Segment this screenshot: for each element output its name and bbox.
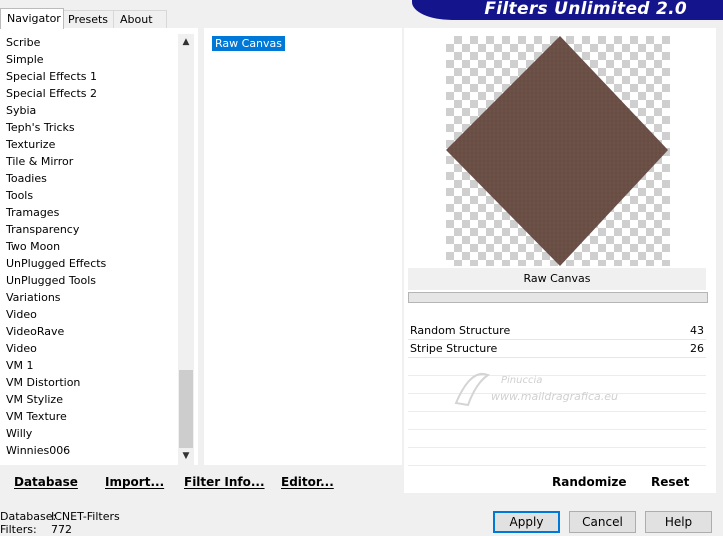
help-button[interactable]: Help: [645, 511, 712, 533]
progress-bar: [408, 292, 708, 303]
category-item[interactable]: VM Distortion: [0, 374, 178, 391]
tab-presets[interactable]: Presets: [61, 10, 115, 28]
category-item[interactable]: Scribe: [0, 34, 178, 51]
scroll-down-icon[interactable]: ▼: [178, 448, 194, 465]
category-item[interactable]: VM Stylize: [0, 391, 178, 408]
editor-button[interactable]: Editor...: [281, 475, 334, 489]
category-item[interactable]: Video: [0, 340, 178, 357]
watermark: Pinuccia www.maildragrafica.eu: [446, 363, 676, 423]
category-item[interactable]: Teph's Tricks: [0, 119, 178, 136]
category-item[interactable]: Tramages: [0, 204, 178, 221]
randomize-button[interactable]: Randomize: [552, 475, 626, 489]
category-item[interactable]: Special Effects 1: [0, 68, 178, 85]
banner-title: Filters Unlimited 2.0: [484, 0, 687, 19]
category-item[interactable]: Transparency: [0, 221, 178, 238]
scrollbar-thumb[interactable]: [179, 370, 193, 448]
filter-info-button[interactable]: Filter Info...: [184, 475, 265, 489]
category-item[interactable]: VM 1: [0, 357, 178, 374]
category-item[interactable]: UnPlugged Tools: [0, 272, 178, 289]
category-item[interactable]: VM Texture: [0, 408, 178, 425]
param-value[interactable]: 43: [690, 322, 704, 339]
preview-panel: Raw Canvas Random Structure 43 Stripe St…: [404, 28, 716, 493]
category-item[interactable]: Video: [0, 306, 178, 323]
filter-item-selected[interactable]: Raw Canvas: [212, 36, 286, 51]
category-item[interactable]: UnPlugged Effects: [0, 255, 178, 272]
cancel-button[interactable]: Cancel: [569, 511, 636, 533]
database-button[interactable]: Database: [14, 475, 78, 489]
watermark-text: Pinuccia: [501, 375, 543, 386]
category-item[interactable]: Winnies006: [0, 442, 178, 459]
param-row[interactable]: Stripe Structure 26: [408, 340, 706, 358]
watermark-logo-icon: [454, 372, 491, 407]
database-status: Database: ICNET-Filters: [0, 510, 120, 523]
preview-image: [446, 36, 670, 266]
category-scrollbar[interactable]: ▲ ▼: [178, 34, 194, 465]
preview-filter-name: Raw Canvas: [408, 268, 706, 290]
filters-label: Filters:: [0, 523, 37, 536]
reset-button[interactable]: Reset: [651, 475, 689, 489]
param-row[interactable]: Random Structure 43: [408, 322, 706, 340]
category-item[interactable]: Willy: [0, 425, 178, 442]
title-banner: Filters Unlimited 2.0: [412, 0, 723, 20]
category-item[interactable]: Toadies: [0, 170, 178, 187]
category-list-panel: Scribe Simple Special Effects 1 Special Eff…: [0, 28, 198, 465]
param-row-empty: [408, 448, 706, 466]
database-label: Database:: [0, 510, 57, 523]
tab-navigator[interactable]: Navigator: [0, 8, 64, 29]
category-item[interactable]: Texturize: [0, 136, 178, 153]
category-item[interactable]: VideoRave: [0, 323, 178, 340]
category-list[interactable]: Scribe Simple Special Effects 1 Special Eff…: [0, 34, 178, 459]
tab-about[interactable]: About: [113, 10, 167, 28]
param-row-empty: [408, 430, 706, 448]
database-value: ICNET-Filters: [51, 510, 120, 523]
category-item[interactable]: Tile & Mirror: [0, 153, 178, 170]
filters-count: 772: [51, 523, 72, 536]
import-button[interactable]: Import...: [105, 475, 164, 489]
category-item[interactable]: Special Effects 2: [0, 85, 178, 102]
category-item[interactable]: Sybia: [0, 102, 178, 119]
category-item[interactable]: Two Moon: [0, 238, 178, 255]
preview-diamond: [446, 36, 668, 266]
category-item[interactable]: Tools: [0, 187, 178, 204]
param-label: Random Structure: [410, 324, 511, 337]
watermark-url: www.maildragrafica.eu: [491, 390, 618, 403]
apply-button[interactable]: Apply: [493, 511, 560, 533]
category-item[interactable]: Variations: [0, 289, 178, 306]
param-label: Stripe Structure: [410, 342, 498, 355]
param-value[interactable]: 26: [690, 340, 704, 357]
filter-list-panel: Raw Canvas: [204, 28, 402, 465]
filters-status: Filters: 772: [0, 523, 72, 536]
category-item[interactable]: Simple: [0, 51, 178, 68]
scroll-up-icon[interactable]: ▲: [178, 34, 194, 51]
